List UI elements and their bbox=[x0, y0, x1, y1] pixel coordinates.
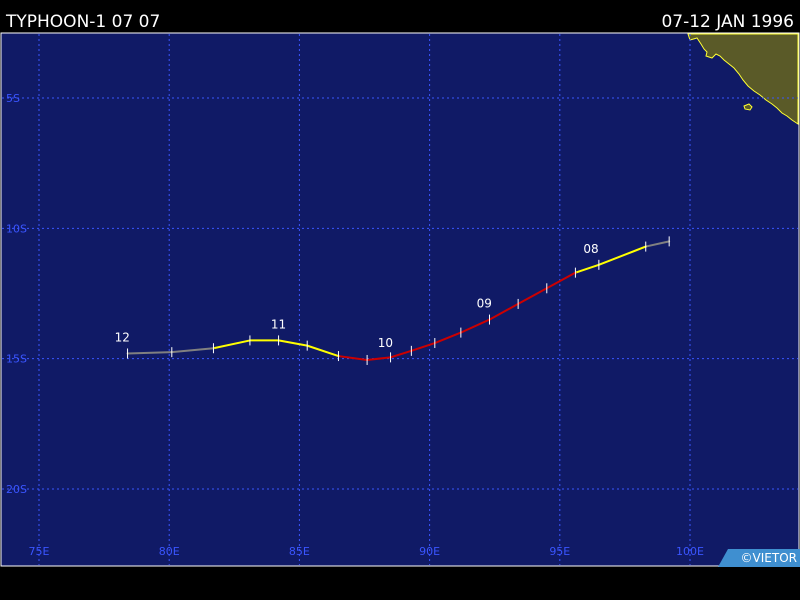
track-map: 08 09 10 11 12 75E 80E 85E 90E 95E 100E 5S 10S 15S 20… bbox=[0, 32, 800, 567]
lat-tick-label: 15S bbox=[6, 353, 27, 366]
typhoon-track-screen: TYPHOON-1 07 07 07-12 JAN 1996 08 09 10 11 1… bbox=[0, 0, 800, 600]
lon-tick-label: 100E bbox=[676, 545, 704, 558]
lat-tick-label: 10S bbox=[6, 222, 27, 235]
lat-tick-label: 20S bbox=[6, 483, 27, 496]
day-label: 10 bbox=[378, 336, 393, 350]
lon-tick-label: 80E bbox=[159, 545, 180, 558]
day-label: 11 bbox=[271, 318, 286, 332]
lon-tick-label: 75E bbox=[29, 545, 50, 558]
lon-tick-label: 95E bbox=[549, 545, 570, 558]
day-label: 09 bbox=[477, 297, 492, 311]
ocean-background bbox=[0, 32, 800, 567]
lat-tick-label: 5S bbox=[6, 92, 20, 105]
day-label: 08 bbox=[583, 242, 598, 256]
track-segment bbox=[126, 351, 173, 355]
day-label: 12 bbox=[115, 331, 130, 345]
lon-tick-label: 90E bbox=[419, 545, 440, 558]
lon-tick-label: 85E bbox=[289, 545, 310, 558]
copyright-badge: ©VIETOR bbox=[718, 549, 800, 567]
